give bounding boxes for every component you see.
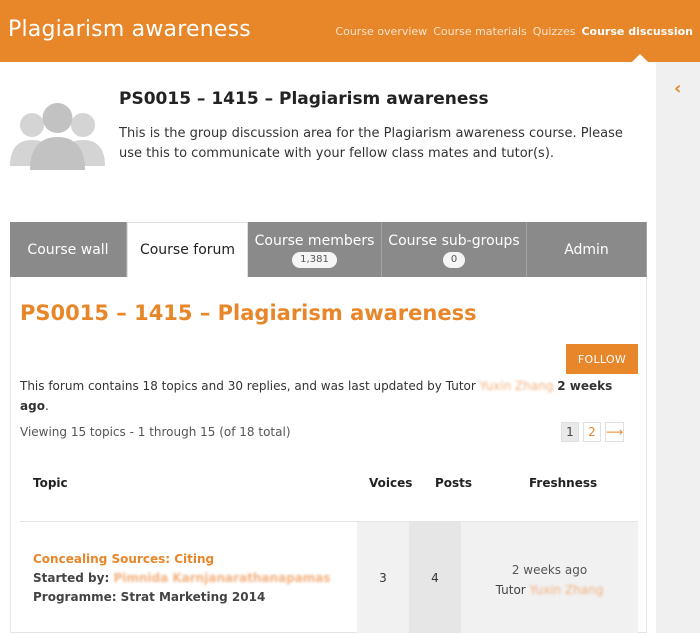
tab-admin[interactable]: Admin — [527, 222, 647, 277]
page-link[interactable]: 2 — [583, 422, 601, 442]
group-tabs: Course wall Course forum Course members … — [10, 222, 647, 277]
top-nav: Course overview Course materials Quizzes… — [335, 25, 693, 38]
tab-course-wall[interactable]: Course wall — [10, 222, 127, 277]
forum-info-suffix: . — [44, 399, 49, 413]
column-header-freshness: Freshness — [529, 476, 598, 490]
tab-label: Course forum — [139, 242, 236, 258]
follow-button[interactable]: FOLLOW — [566, 344, 638, 374]
nav-course-materials[interactable]: Course materials — [433, 25, 527, 38]
tab-label: Course members — [254, 232, 375, 249]
group-title: PS0015 – 1415 – Plagiarism awareness — [119, 89, 489, 109]
right-sidebar: ‹ — [656, 62, 700, 633]
freshness-link[interactable]: 2 weeks ago — [461, 560, 638, 580]
tab-label: Course sub-groups — [388, 232, 520, 249]
tab-course-members[interactable]: Course members 1,381 — [248, 222, 382, 277]
forum-info: This forum contains 18 topics and 30 rep… — [20, 376, 625, 416]
last-poster-name[interactable]: Yuxin Zhang — [530, 583, 604, 597]
viewing-count: Viewing 15 topics - 1 through 15 (of 18 … — [20, 425, 291, 439]
forum-panel: PS0015 – 1415 – Plagiarism awareness FOL… — [10, 277, 647, 633]
nav-quizzes[interactable]: Quizzes — [533, 25, 576, 38]
posts-cell: 4 — [409, 522, 461, 633]
column-header-topic: Topic — [33, 476, 68, 490]
sub-groups-count-badge: 0 — [442, 251, 466, 268]
site-title[interactable]: Plagiarism awareness — [8, 17, 251, 42]
voices-cell: 3 — [357, 522, 409, 633]
column-header-voices: Voices — [369, 476, 413, 490]
started-by-label: Started by: — [33, 571, 110, 585]
members-count-badge: 1,381 — [292, 251, 337, 268]
pagination: 1 2 ⟶ — [561, 422, 625, 442]
topic-starter: Started by: Pimnida Karnjanarathanapamas — [33, 569, 331, 588]
topic-link[interactable]: Concealing Sources: Citing — [33, 550, 331, 569]
forum-info-text: This forum contains 18 topics and 30 rep… — [20, 379, 480, 393]
tab-label: Admin — [564, 241, 609, 258]
topic-programme: Programme: Strat Marketing 2014 — [33, 590, 266, 604]
page-current: 1 — [561, 422, 579, 442]
table-row: Concealing Sources: Citing Started by: P… — [20, 522, 638, 633]
topic-cell: Concealing Sources: Citing Started by: P… — [33, 550, 331, 607]
tab-label: Course wall — [27, 241, 109, 258]
last-poster-role: Tutor — [495, 583, 526, 597]
last-poster: Tutor Yuxin Zhang — [461, 580, 638, 600]
forum-title: PS0015 – 1415 – Plagiarism awareness — [20, 301, 477, 325]
column-header-posts: Posts — [435, 476, 473, 490]
group-description: This is the group discussion area for th… — [119, 126, 623, 161]
nav-course-overview[interactable]: Course overview — [335, 25, 427, 38]
arrow-right-icon[interactable]: ⟶ — [605, 422, 625, 442]
freshness-cell: 2 weeks ago Tutor Yuxin Zhang — [461, 522, 638, 633]
tab-course-forum[interactable]: Course forum — [127, 222, 248, 277]
top-bar: Plagiarism awareness Course overview Cou… — [0, 0, 700, 62]
chevron-left-icon[interactable]: ‹ — [674, 80, 681, 98]
group-avatar-icon — [10, 103, 105, 170]
active-nav-indicator — [632, 54, 648, 62]
nav-course-discussion[interactable]: Course discussion — [581, 25, 693, 38]
tab-course-sub-groups[interactable]: Course sub-groups 0 — [382, 222, 527, 277]
starter-name[interactable]: Pimnida Karnjanarathanapamas — [113, 571, 330, 585]
last-updated-user[interactable]: Yuxin Zhang — [480, 379, 554, 393]
